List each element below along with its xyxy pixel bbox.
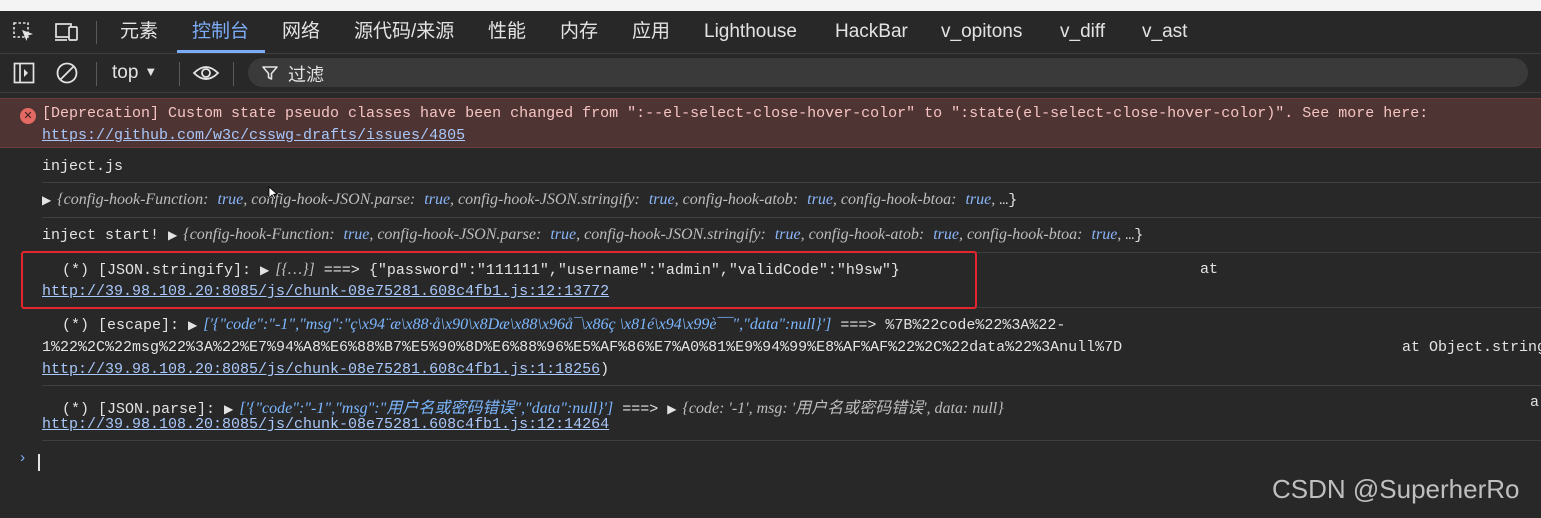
console-error-message: ✕ [Deprecation] Custom state pseudo clas… — [0, 98, 1541, 148]
expand-triangle-icon[interactable]: ▶ — [224, 403, 233, 417]
object-value: true — [1091, 226, 1118, 243]
watermark: CSDN @SuperherRo — [1272, 474, 1520, 504]
object-key: config-hook-JSON.stringify: — [458, 191, 640, 208]
console-input-cursor[interactable] — [38, 454, 40, 471]
tab-v-opitons[interactable]: v_opitons — [941, 11, 1022, 52]
escape-log: (*) [escape]: ▶ ['{"code":"-1","msg":"ç\x… — [62, 316, 1065, 334]
expand-triangle-icon[interactable]: ▶ — [42, 194, 51, 208]
log-divider — [42, 440, 1541, 441]
log-divider — [42, 385, 1541, 386]
object-value: true — [648, 191, 675, 208]
chevron-down-icon: ▼ — [144, 64, 158, 79]
object-value: true — [550, 226, 577, 243]
expand-triangle-icon[interactable]: ▶ — [168, 229, 177, 243]
tab-application[interactable]: 应用 — [632, 11, 670, 52]
tab-performance[interactable]: 性能 — [488, 11, 526, 52]
parse-argument[interactable]: ['{"code":"-1","msg":"用户名或密码错误","data":n… — [239, 400, 613, 417]
window-top-strip — [0, 0, 1541, 11]
object-brace: …} — [999, 192, 1018, 209]
context-selector[interactable]: top ▼ — [112, 61, 157, 85]
parse-log: (*) [JSON.parse]: ▶ ['{"code":"-1","msg":… — [62, 394, 1004, 418]
object-value: true — [774, 226, 801, 243]
object-key: config-hook-btoa: — [966, 226, 1083, 243]
tab-memory[interactable]: 内存 — [560, 11, 598, 52]
inspect-element-icon[interactable] — [13, 22, 35, 42]
toolbar-separator — [96, 62, 97, 86]
filter-placeholder: 过滤 — [288, 65, 324, 85]
active-tab-indicator — [177, 50, 265, 53]
parse-source-link[interactable]: http://39.98.108.20:8085/js/chunk-08e752… — [42, 416, 609, 433]
error-icon: ✕ — [20, 108, 36, 124]
stringify-at: at — [1200, 261, 1219, 278]
object-key: config-hook-btoa: — [840, 191, 957, 208]
escape-at: at Object.string — [1402, 339, 1541, 356]
clear-console-icon[interactable] — [55, 61, 79, 85]
object-key: config-hook-Function: — [189, 226, 335, 243]
object-value: true — [343, 226, 370, 243]
error-link[interactable]: https://github.com/w3c/csswg-drafts/issu… — [42, 127, 465, 144]
parse-result[interactable]: {code: '-1', msg: '用户名或密码错误', data: null… — [682, 400, 1003, 417]
object-key: config-hook-atob: — [682, 191, 799, 208]
tabbar-separator — [96, 21, 97, 44]
context-selector-label: top — [112, 62, 139, 83]
tab-console[interactable]: 控制台 — [192, 11, 249, 52]
escape-source: http://39.98.108.20:8085/js/chunk-08e752… — [42, 361, 609, 378]
console-toolbar: top ▼ 过滤 — [0, 54, 1541, 93]
error-text: [Deprecation] Custom state pseudo classe… — [42, 105, 1429, 122]
object-key: config-hook-JSON.parse: — [377, 226, 542, 243]
annotation-highlight-box — [21, 251, 977, 309]
tab-elements[interactable]: 元素 — [120, 11, 158, 52]
tab-network[interactable]: 网络 — [282, 11, 320, 52]
object-key: config-hook-Function: — [63, 191, 209, 208]
log-divider — [42, 182, 1541, 183]
mouse-cursor-icon — [268, 186, 278, 200]
sidebar-toggle-icon[interactable] — [13, 62, 35, 84]
tab-lighthouse[interactable]: Lighthouse — [704, 11, 797, 52]
live-expression-eye-icon[interactable] — [192, 63, 220, 83]
close-paren: ) — [600, 361, 610, 378]
escape-argument[interactable]: ['{"code":"-1","msg":"ç\x94¨æ\x88·å\x90\… — [203, 316, 831, 333]
filter-input[interactable]: 过滤 — [248, 58, 1528, 87]
tab-hackbar[interactable]: HackBar — [835, 11, 908, 52]
expand-triangle-icon[interactable]: ▶ — [667, 403, 676, 417]
inject-start-log[interactable]: inject start! ▶ {config-hook-Function: tr… — [42, 226, 1143, 244]
devtools-tabbar: 元素 控制台 网络 源代码/来源 性能 内存 应用 Lighthouse Hac… — [0, 11, 1541, 54]
tab-sources[interactable]: 源代码/来源 — [354, 11, 454, 52]
escape-prefix: (*) [escape]: — [62, 317, 180, 334]
log-divider — [42, 217, 1541, 218]
inject-file-log: inject.js — [42, 158, 124, 175]
console-prompt-icon: › — [18, 450, 28, 467]
escape-result: %7B%22code%22%3A%22- — [885, 317, 1066, 334]
expand-triangle-icon[interactable]: ▶ — [188, 319, 197, 333]
tab-v-diff[interactable]: v_diff — [1060, 11, 1105, 52]
device-toolbar-icon[interactable] — [54, 22, 80, 42]
arrow: ===> — [622, 401, 659, 418]
tab-v-ast[interactable]: v_ast — [1142, 11, 1187, 52]
arrow: ===> — [840, 317, 877, 334]
filter-icon — [262, 66, 278, 80]
object-key: config-hook-JSON.stringify: — [584, 226, 766, 243]
object-value: true — [965, 191, 992, 208]
parse-at: a — [1530, 394, 1540, 411]
toolbar-separator — [233, 62, 234, 86]
inject-start-text: inject start! — [42, 227, 160, 244]
object-value: true — [424, 191, 451, 208]
escape-result-continued: 1%22%2C%22msg%22%3A%22%E7%94%A8%E6%88%B7… — [42, 339, 1123, 356]
object-value: true — [217, 191, 244, 208]
object-value: true — [933, 226, 959, 243]
object-brace: …} — [1125, 227, 1144, 244]
config-object-log[interactable]: ▶ {config-hook-Function: true, config-hoo… — [42, 191, 1017, 209]
toolbar-separator — [179, 62, 180, 86]
object-key: config-hook-atob: — [808, 226, 925, 243]
object-value: true — [807, 191, 833, 208]
escape-source-link[interactable]: http://39.98.108.20:8085/js/chunk-08e752… — [42, 361, 600, 378]
